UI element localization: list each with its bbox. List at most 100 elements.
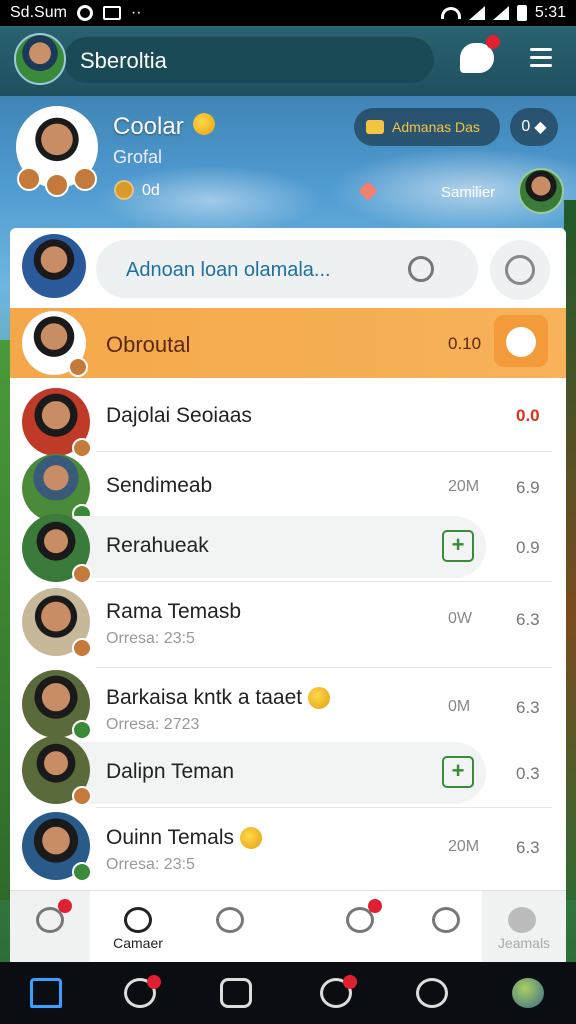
contact-status: Orresa: 23:5 — [106, 856, 195, 873]
contact-name: Obroutal — [106, 332, 191, 357]
tab-calls[interactable] — [190, 891, 270, 962]
camera-icon — [124, 907, 152, 933]
contact-value: 0.9 — [516, 538, 540, 557]
home-icon[interactable] — [30, 978, 62, 1008]
contact-value: 6.3 — [516, 838, 540, 857]
avatar — [22, 454, 92, 524]
search-nav-icon[interactable] — [416, 978, 448, 1008]
battery-icon — [516, 5, 527, 21]
more-dots-icon: ·· — [130, 4, 142, 21]
sync-icon — [76, 5, 93, 21]
list-item[interactable]: Barkaisa kntk a taaet Orresa: 2723 0M 6.… — [10, 668, 566, 742]
profile-badge-3 — [73, 167, 97, 191]
tab-notifications[interactable] — [10, 891, 90, 962]
nav-badge — [147, 975, 161, 989]
avatar — [22, 670, 92, 740]
avatar — [22, 388, 92, 458]
contact-status: Orresa: 2723 — [106, 716, 200, 733]
avatar — [22, 736, 92, 806]
contact-name: Rerahueak — [106, 534, 209, 557]
journal-icon — [508, 907, 536, 933]
bird-icon[interactable] — [124, 975, 161, 1008]
search-placeholder: Adnoan loan olamala... — [126, 259, 331, 281]
avatar — [22, 311, 88, 377]
contact-name: Dajolai Seoiaas — [106, 404, 252, 427]
contact-value: 6.3 — [516, 610, 540, 629]
menu-button[interactable] — [530, 48, 552, 68]
list-item[interactable]: Rama Temasb Orresa: 23:5 0W 6.3 — [10, 582, 566, 668]
smile-emoji-icon — [193, 113, 215, 135]
profile-count: 0d — [142, 182, 160, 199]
phone-icon — [216, 907, 244, 933]
highlighted-row[interactable]: Obroutal 0.10 — [10, 308, 566, 378]
contact-status: Orresa: 23:5 — [106, 630, 195, 647]
chat-button[interactable] — [460, 35, 500, 73]
tab-badge — [368, 899, 382, 913]
tab-badge — [58, 899, 72, 913]
camera-search-icon[interactable] — [408, 256, 434, 282]
avatar — [22, 812, 92, 882]
profile-name: Coolar — [113, 113, 184, 140]
add-contact-button[interactable]: + — [442, 756, 474, 788]
profile-badge-2 — [45, 173, 69, 197]
promo-label: Admanas Das — [392, 119, 480, 135]
avatar-badge — [72, 638, 92, 658]
system-nav-bar — [0, 962, 576, 1024]
avatar-badge — [72, 720, 92, 740]
contact-value: 0.3 — [516, 764, 540, 783]
promo-pill[interactable]: Admanas Das — [354, 108, 500, 146]
search-row: Adnoan loan olamala... — [10, 228, 566, 308]
tab-chats[interactable] — [320, 891, 400, 962]
user-icon — [432, 907, 460, 933]
list-item[interactable]: Sendimeab 20M 6.9 — [10, 452, 566, 524]
stat-value: 0 — [521, 118, 531, 135]
contact-value: 6.9 — [516, 478, 540, 497]
app-title: Sberoltia — [80, 48, 167, 73]
tab-profile[interactable] — [406, 891, 486, 962]
tab-camera[interactable]: Camaer — [98, 891, 178, 962]
chat-badge — [486, 35, 500, 49]
action-button[interactable] — [494, 315, 548, 367]
my-avatar[interactable] — [22, 234, 86, 298]
list-item[interactable]: Rerahueak + 0.9 — [10, 514, 566, 584]
friend-avatar[interactable] — [518, 168, 564, 214]
people-icon[interactable] — [220, 978, 252, 1008]
list-item[interactable]: Ouinn Temals Orresa: 23:5 20M 6.3 — [10, 808, 566, 890]
friend-label: Samilier — [441, 184, 496, 201]
clock-time: 5:31 — [534, 4, 566, 21]
list-item[interactable]: Dalipn Teman + 0.3 — [10, 736, 566, 808]
contact-meta: 0M — [448, 698, 471, 715]
nav-badge — [343, 975, 357, 989]
list-item[interactable]: Dajolai Seoiaas 0.0 — [10, 386, 566, 458]
profile-subtitle: Grofal — [113, 147, 163, 167]
contact-meta: 20M — [448, 478, 480, 495]
avatar-badge — [72, 564, 92, 584]
send-icon — [506, 327, 536, 357]
profile-badge-1 — [17, 167, 41, 191]
header-avatar[interactable] — [14, 33, 66, 85]
tab-label: Camaer — [113, 935, 163, 951]
stat-pill[interactable]: 0 ◆ — [510, 108, 558, 146]
add-contact-button[interactable]: + — [442, 530, 474, 562]
gift-icon: ◆ — [534, 119, 547, 136]
smile-emoji-icon — [307, 687, 330, 710]
history-button[interactable] — [490, 240, 550, 300]
signal-icon-2 — [492, 6, 509, 20]
clock-icon — [505, 255, 535, 285]
contact-name: Dalipn Teman — [106, 760, 235, 783]
tab-journals[interactable]: Jeamals — [482, 891, 566, 962]
avatar-badge — [72, 862, 92, 882]
carrier-label: Sd.Sum — [10, 4, 67, 21]
wifi-icon — [440, 7, 461, 19]
profile-avatar[interactable] — [16, 106, 98, 197]
signal-icon — [468, 6, 485, 20]
image-notification-icon — [102, 6, 121, 20]
message-icon[interactable] — [320, 975, 357, 1008]
contact-name: Barkaisa kntk a taaet — [106, 686, 330, 710]
smile-emoji-icon — [239, 827, 262, 850]
card-tab-bar: Camaer Jeamals — [10, 890, 566, 962]
globe-icon[interactable] — [512, 978, 544, 1008]
contact-name: Rama Temasb — [106, 600, 242, 623]
contact-name: Sendimeab — [106, 474, 213, 497]
contacts-card: Adnoan loan olamala... Obroutal 0.10 Daj… — [10, 228, 566, 962]
